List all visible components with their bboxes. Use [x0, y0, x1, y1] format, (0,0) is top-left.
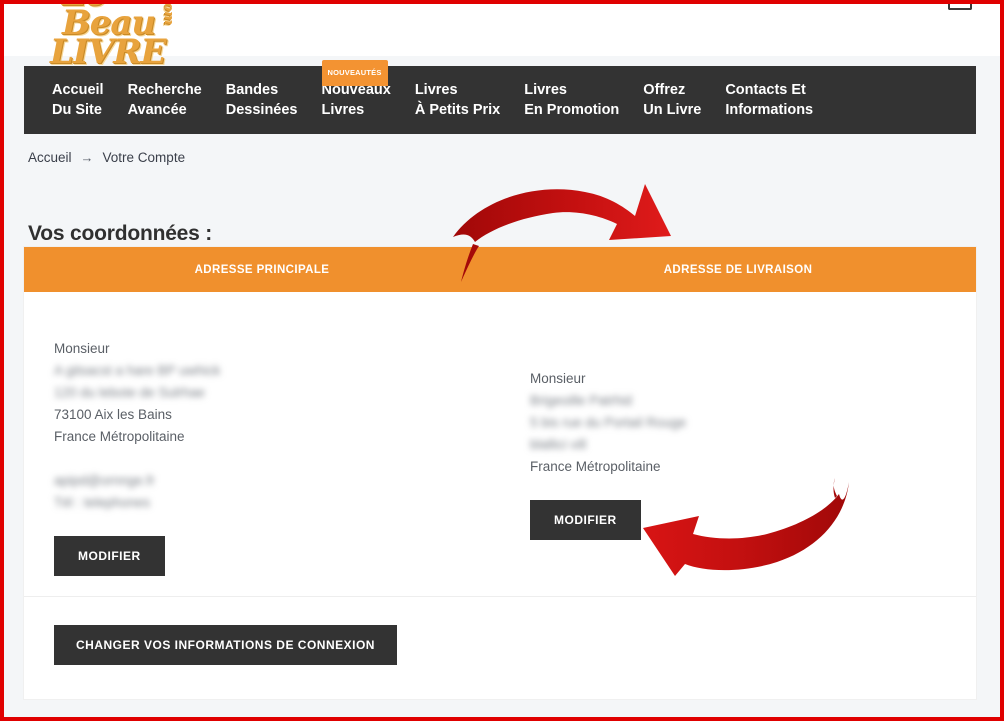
address-phone-redacted: Tél : telephones: [54, 495, 151, 510]
nav-item-livres-a-petits-prix[interactable]: Livres À Petits Prix: [403, 80, 512, 120]
address-country: France Métropolitaine: [54, 429, 185, 444]
nav-label-line1: Recherche: [127, 82, 202, 98]
address-name-redacted: Brigeoille Patrhid: [530, 393, 633, 408]
address-tabs: ADRESSE PRINCIPALE ADRESSE DE LIVRAISON: [24, 247, 976, 292]
nav-label-line1: Accueil: [52, 82, 104, 98]
nav-label-line1: Bandes: [225, 82, 279, 98]
page-root: Le Beau LIVRE .com Accueil Du Site Reche…: [4, 4, 1000, 717]
modifier-adresse-livraison-button[interactable]: MODIFIER: [530, 500, 641, 540]
address-spacer: [54, 448, 470, 470]
breadcrumb-arrow-icon: →: [80, 150, 94, 165]
nav-label-line2: En Promotion: [524, 102, 620, 118]
panel-adresse-de-livraison: Monsieur Brigeoille Patrhid 5 bis rue du…: [500, 292, 976, 596]
nav-label-line1: Contacts Et: [725, 82, 806, 98]
address-name-redacted: A gitsacst a hare BP uwhick: [54, 363, 221, 378]
nav-label-line2: Livres: [321, 102, 365, 118]
nav-badge-nouveautes: NOUVEAUTÉS: [321, 60, 388, 86]
breadcrumb: Accueil → Votre Compte: [28, 150, 185, 165]
nav-item-offrez-un-livre[interactable]: Offrez Un Livre: [631, 80, 713, 120]
addresses-card: ADRESSE PRINCIPALE ADRESSE DE LIVRAISON …: [24, 247, 976, 699]
modifier-adresse-principale-button[interactable]: MODIFIER: [54, 536, 165, 576]
nav-label-line1: Livres: [414, 82, 458, 98]
logo-line-2: LIVRE: [50, 32, 166, 73]
nav-item-contacts-et-informations[interactable]: Contacts Et Informations: [713, 80, 825, 120]
shopping-cart-icon[interactable]: [948, 4, 972, 10]
nav-label-line2: Avancée: [127, 102, 187, 118]
address-city-redacted: blallici vill: [530, 437, 587, 452]
tab-adresse-de-livraison[interactable]: ADRESSE DE LIVRAISON: [500, 247, 976, 292]
nav-label-line1: Livres: [524, 82, 567, 98]
address-postal-city: 73100 Aix les Bains: [54, 407, 172, 422]
nav-item-bandes-dessinees[interactable]: Bandes Dessinées: [214, 80, 310, 120]
address-street-redacted: 120 du lebote de Sulrhae: [54, 385, 205, 400]
nav-item-nouveaux-livres[interactable]: NOUVEAUTÉS Nouveaux Livres: [310, 60, 403, 120]
tab-adresse-principale[interactable]: ADRESSE PRINCIPALE: [24, 247, 500, 292]
address-civility: Monsieur: [54, 341, 110, 356]
address-civility: Monsieur: [530, 371, 586, 386]
address-panels: Monsieur A gitsacst a hare BP uwhick 120…: [24, 292, 976, 597]
nav-label-line2: Du Site: [52, 102, 102, 118]
address-email-redacted: apipd@ornnge.fr: [54, 473, 155, 488]
nav-label-line2: Informations: [725, 102, 814, 118]
panel-adresse-principale: Monsieur A gitsacst a hare BP uwhick 120…: [24, 292, 500, 596]
nav-label-line2: À Petits Prix: [414, 102, 501, 118]
site-logo[interactable]: Le Beau LIVRE .com: [22, 4, 192, 70]
breadcrumb-item-accueil[interactable]: Accueil: [28, 150, 72, 165]
site-header: Le Beau LIVRE .com: [4, 4, 1000, 70]
nav-label-line2: Un Livre: [643, 102, 702, 118]
main-navigation: Accueil Du Site Recherche Avancée Bandes…: [24, 60, 976, 134]
nav-item-livres-en-promotion[interactable]: Livres En Promotion: [512, 80, 631, 120]
nav-label-line2: Dessinées: [225, 102, 298, 118]
address-country: France Métropolitaine: [530, 459, 661, 474]
nav-item-accueil-du-site[interactable]: Accueil Du Site: [40, 80, 116, 120]
card-footer-actions: CHANGER VOS INFORMATIONS DE CONNEXION: [24, 597, 976, 693]
page-title: Vos coordonnées :: [28, 222, 213, 245]
address-street-redacted: 5 bis rue du Portail Rouge: [530, 415, 687, 430]
breadcrumb-item-votre-compte[interactable]: Votre Compte: [103, 150, 186, 165]
nav-item-recherche-avancee[interactable]: Recherche Avancée: [116, 80, 214, 120]
changer-informations-connexion-button[interactable]: CHANGER VOS INFORMATIONS DE CONNEXION: [54, 625, 397, 665]
logo-dotcom: .com: [161, 4, 177, 26]
nav-label-line1: Offrez: [643, 82, 686, 98]
